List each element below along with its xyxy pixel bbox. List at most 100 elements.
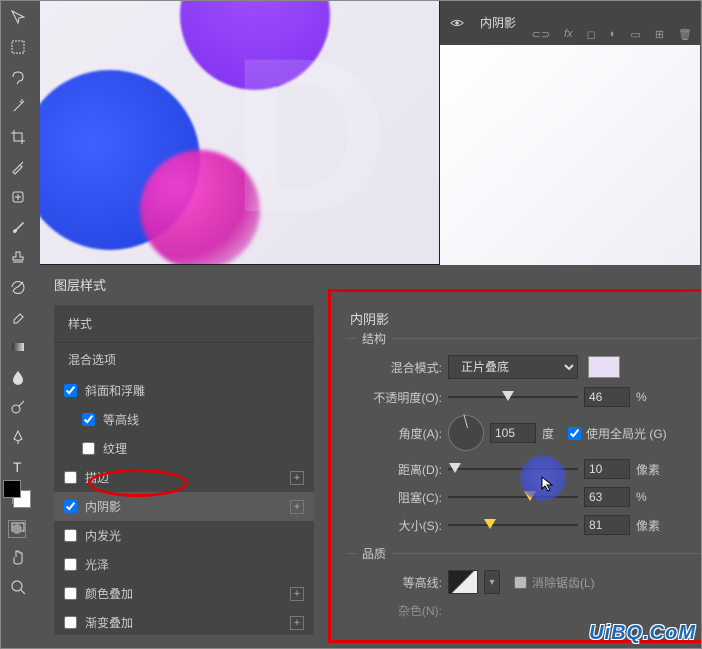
style-color-overlay[interactable]: 颜色叠加 + [54,579,314,608]
opacity-unit: % [636,390,647,404]
antialias-wrap[interactable]: 消除锯齿(L) [514,574,595,591]
add-inner-shadow-icon[interactable]: + [290,500,304,514]
choke-input[interactable] [584,487,630,507]
section-title: 内阴影 [330,305,702,332]
style-gradient-overlay-check[interactable] [64,616,77,629]
choke-slider[interactable] [448,489,578,505]
add-gradient-overlay-icon[interactable]: + [290,616,304,630]
style-label: 等高线 [103,411,139,428]
opacity-label: 不透明度(O): [346,389,442,406]
move-tool[interactable] [7,6,29,28]
style-color-overlay-check[interactable] [64,587,77,600]
dodge-tool[interactable] [7,396,29,418]
style-inner-glow-check[interactable] [64,529,77,542]
pen-tool[interactable] [7,426,29,448]
foreground-color[interactable] [3,480,21,498]
canvas-extended [440,45,700,265]
style-inner-shadow-check[interactable] [64,500,77,513]
adjustment-icon[interactable]: ◐ [610,28,617,41]
styles-header: 样式 [54,305,314,343]
angle-input[interactable] [490,423,536,443]
mask-icon[interactable]: ◻ [587,28,596,41]
style-settings-panel: 内阴影 结构 混合模式: 正片叠底 不透明度(O): % 角度(A): 度 [330,305,702,635]
distance-slider[interactable] [448,461,578,477]
gradient-tool[interactable] [7,336,29,358]
contour-thumb[interactable] [448,570,478,594]
quick-mask-toggle[interactable] [8,520,26,538]
blur-tool[interactable] [7,366,29,388]
wand-tool[interactable] [7,96,29,118]
blending-options[interactable]: 混合选项 [54,343,314,376]
noise-label: 杂色(N): [346,602,442,619]
eyedropper-tool[interactable] [7,156,29,178]
history-brush-tool[interactable] [7,276,29,298]
lasso-tool[interactable] [7,66,29,88]
opacity-input[interactable] [584,387,630,407]
fx-icon[interactable]: fx [564,28,573,41]
tool-palette: T [0,0,35,649]
layers-panel: 内阴影 ⊂⊃ fx ◻ ◐ ▭ ⊞ 🗑 [440,0,700,45]
brush-tool[interactable] [7,216,29,238]
blend-mode-select[interactable]: 正片叠底 [448,355,578,379]
distance-unit: 像素 [636,461,660,478]
style-stroke[interactable]: 描边 + [54,463,314,492]
hand-tool[interactable] [7,546,29,568]
style-gradient-overlay[interactable]: 渐变叠加 + [54,608,314,637]
style-label: 内阴影 [85,498,121,515]
canvas-art-letter: D [230,25,410,245]
style-contour[interactable]: 等高线 [54,405,314,434]
choke-label: 阻塞(C): [346,489,442,506]
add-color-overlay-icon[interactable]: + [290,587,304,601]
visibility-icon[interactable] [450,16,464,30]
type-tool[interactable]: T [7,456,29,478]
style-contour-check[interactable] [82,413,95,426]
add-stroke-icon[interactable]: + [290,471,304,485]
style-bevel[interactable]: 斜面和浮雕 [54,376,314,405]
antialias-check[interactable] [514,576,527,589]
style-satin-check[interactable] [64,558,77,571]
group-icon[interactable]: ▭ [630,28,640,41]
style-label: 渐变叠加 [85,614,133,631]
opacity-slider[interactable] [448,389,578,405]
size-input[interactable] [584,515,630,535]
healing-tool[interactable] [7,186,29,208]
style-texture-check[interactable] [82,442,95,455]
choke-unit: % [636,490,647,504]
shadow-color-swatch[interactable] [588,356,620,378]
style-label: 光泽 [85,556,109,573]
svg-text:T: T [13,459,22,475]
style-bevel-check[interactable] [64,384,77,397]
structure-fieldset: 结构 [346,338,702,339]
size-slider[interactable] [448,517,578,533]
zoom-tool[interactable] [7,576,29,598]
style-satin[interactable]: 光泽 [54,550,314,579]
global-light-wrap[interactable]: 使用全局光 (G) [568,425,667,442]
eraser-tool[interactable] [7,306,29,328]
size-label: 大小(S): [346,517,442,534]
canvas[interactable]: D [40,0,440,265]
blend-mode-label: 混合模式: [346,359,442,376]
distance-input[interactable] [584,459,630,479]
global-light-check[interactable] [568,427,581,440]
quality-fieldset: 品质 [346,553,702,554]
marquee-tool[interactable] [7,36,29,58]
contour-dropdown-icon[interactable]: ▾ [484,570,500,594]
style-label: 内发光 [85,527,121,544]
link-icon[interactable]: ⊂⊃ [532,28,550,41]
layer-effect-name: 内阴影 [480,14,516,31]
layer-style-dialog: 图层样式 样式 混合选项 斜面和浮雕 等高线 纹理 描边 + 内阴影 + 内发光 [40,265,700,647]
watermark: UiBQ.CoM [589,622,696,645]
dialog-title: 图层样式 [40,265,700,304]
style-texture[interactable]: 纹理 [54,434,314,463]
structure-legend: 结构 [356,330,392,347]
stamp-tool[interactable] [7,246,29,268]
angle-dial[interactable] [448,415,484,451]
color-swatches[interactable] [3,480,31,508]
style-inner-shadow[interactable]: 内阴影 + [54,492,314,521]
styles-list-panel: 样式 混合选项 斜面和浮雕 等高线 纹理 描边 + 内阴影 + 内发光 [54,305,314,635]
new-layer-icon[interactable]: ⊞ [655,28,664,41]
trash-icon[interactable]: 🗑 [678,28,692,41]
crop-tool[interactable] [7,126,29,148]
style-inner-glow[interactable]: 内发光 [54,521,314,550]
style-stroke-check[interactable] [64,471,77,484]
